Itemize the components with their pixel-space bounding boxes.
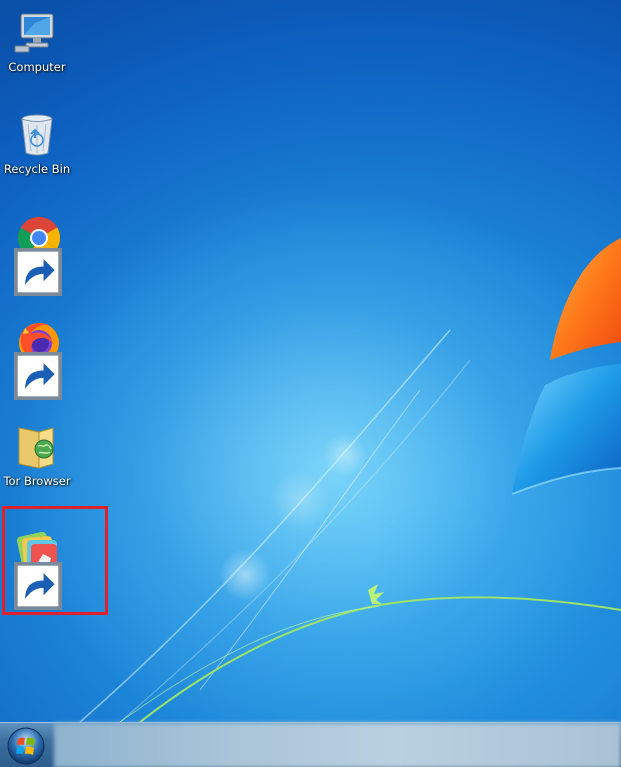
desktop-icon-mozilla-firefox[interactable]: Mozilla Firefox xyxy=(4,318,70,400)
windows-logo-icon xyxy=(7,727,45,765)
desktop-icon-label: Tor Browser xyxy=(3,474,71,488)
desktop-icon-tor-browser[interactable]: Tor Browser xyxy=(3,422,71,489)
start-button[interactable] xyxy=(4,726,48,766)
recycle-bin-icon xyxy=(13,110,61,158)
desktop-icon-recycle-bin[interactable]: Recycle Bin xyxy=(4,110,70,177)
taskbar xyxy=(0,722,621,767)
desktop-icon-label: Recycle Bin xyxy=(3,162,71,176)
desktop-icon-google-chrome[interactable]: Google Chrome xyxy=(4,214,70,296)
folder-globe-icon xyxy=(13,422,61,470)
desktop-icon-label: Computer xyxy=(8,60,66,74)
shortcut-arrow-icon xyxy=(14,352,62,400)
chrome-icon xyxy=(13,214,62,296)
taskbar-items-blurred xyxy=(54,723,621,767)
shortcut-arrow-icon xyxy=(14,248,62,296)
computer-icon xyxy=(13,8,61,56)
firefox-icon xyxy=(13,318,62,400)
desktop-background: Computer Recycle Bin Tor Browser xyxy=(0,0,621,722)
desktop-icon-computer[interactable]: Computer xyxy=(4,8,70,75)
highlight-box xyxy=(2,506,108,615)
